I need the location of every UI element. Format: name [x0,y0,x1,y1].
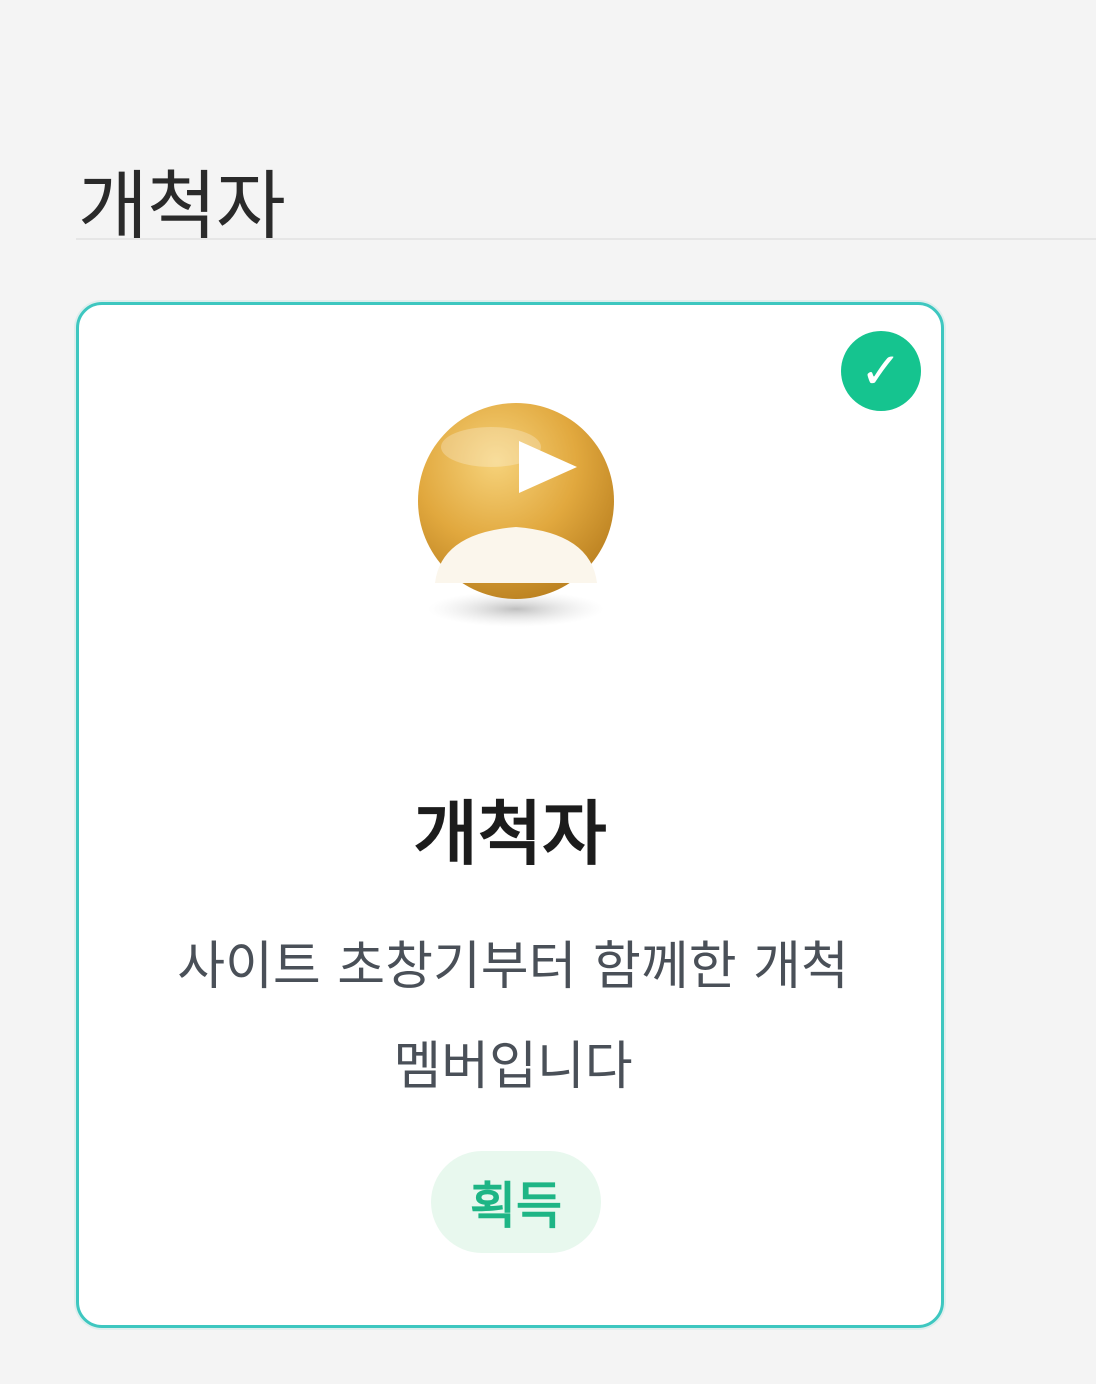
achievement-card[interactable]: ✓ 개척자 사이트 초창기부터 함께한 개척 멤버입니다 획득 [76,302,944,1328]
section-title: 개척자 [78,161,286,251]
status-badge: 획득 [431,1151,601,1253]
card-title: 개척자 [413,793,607,875]
pioneer-badge-icon [418,403,614,627]
achievement-page: 개척자 ✓ 개척자 사이트 초창기부터 함께한 개척 멤버입니다 획득 [0,0,1096,1384]
check-circle-icon: ✓ [841,331,921,411]
card-description: 사이트 초창기부터 함께한 개척 멤버입니다 [177,937,849,1097]
checkmark-icon: ✓ [860,342,902,400]
section-divider [76,238,1096,240]
